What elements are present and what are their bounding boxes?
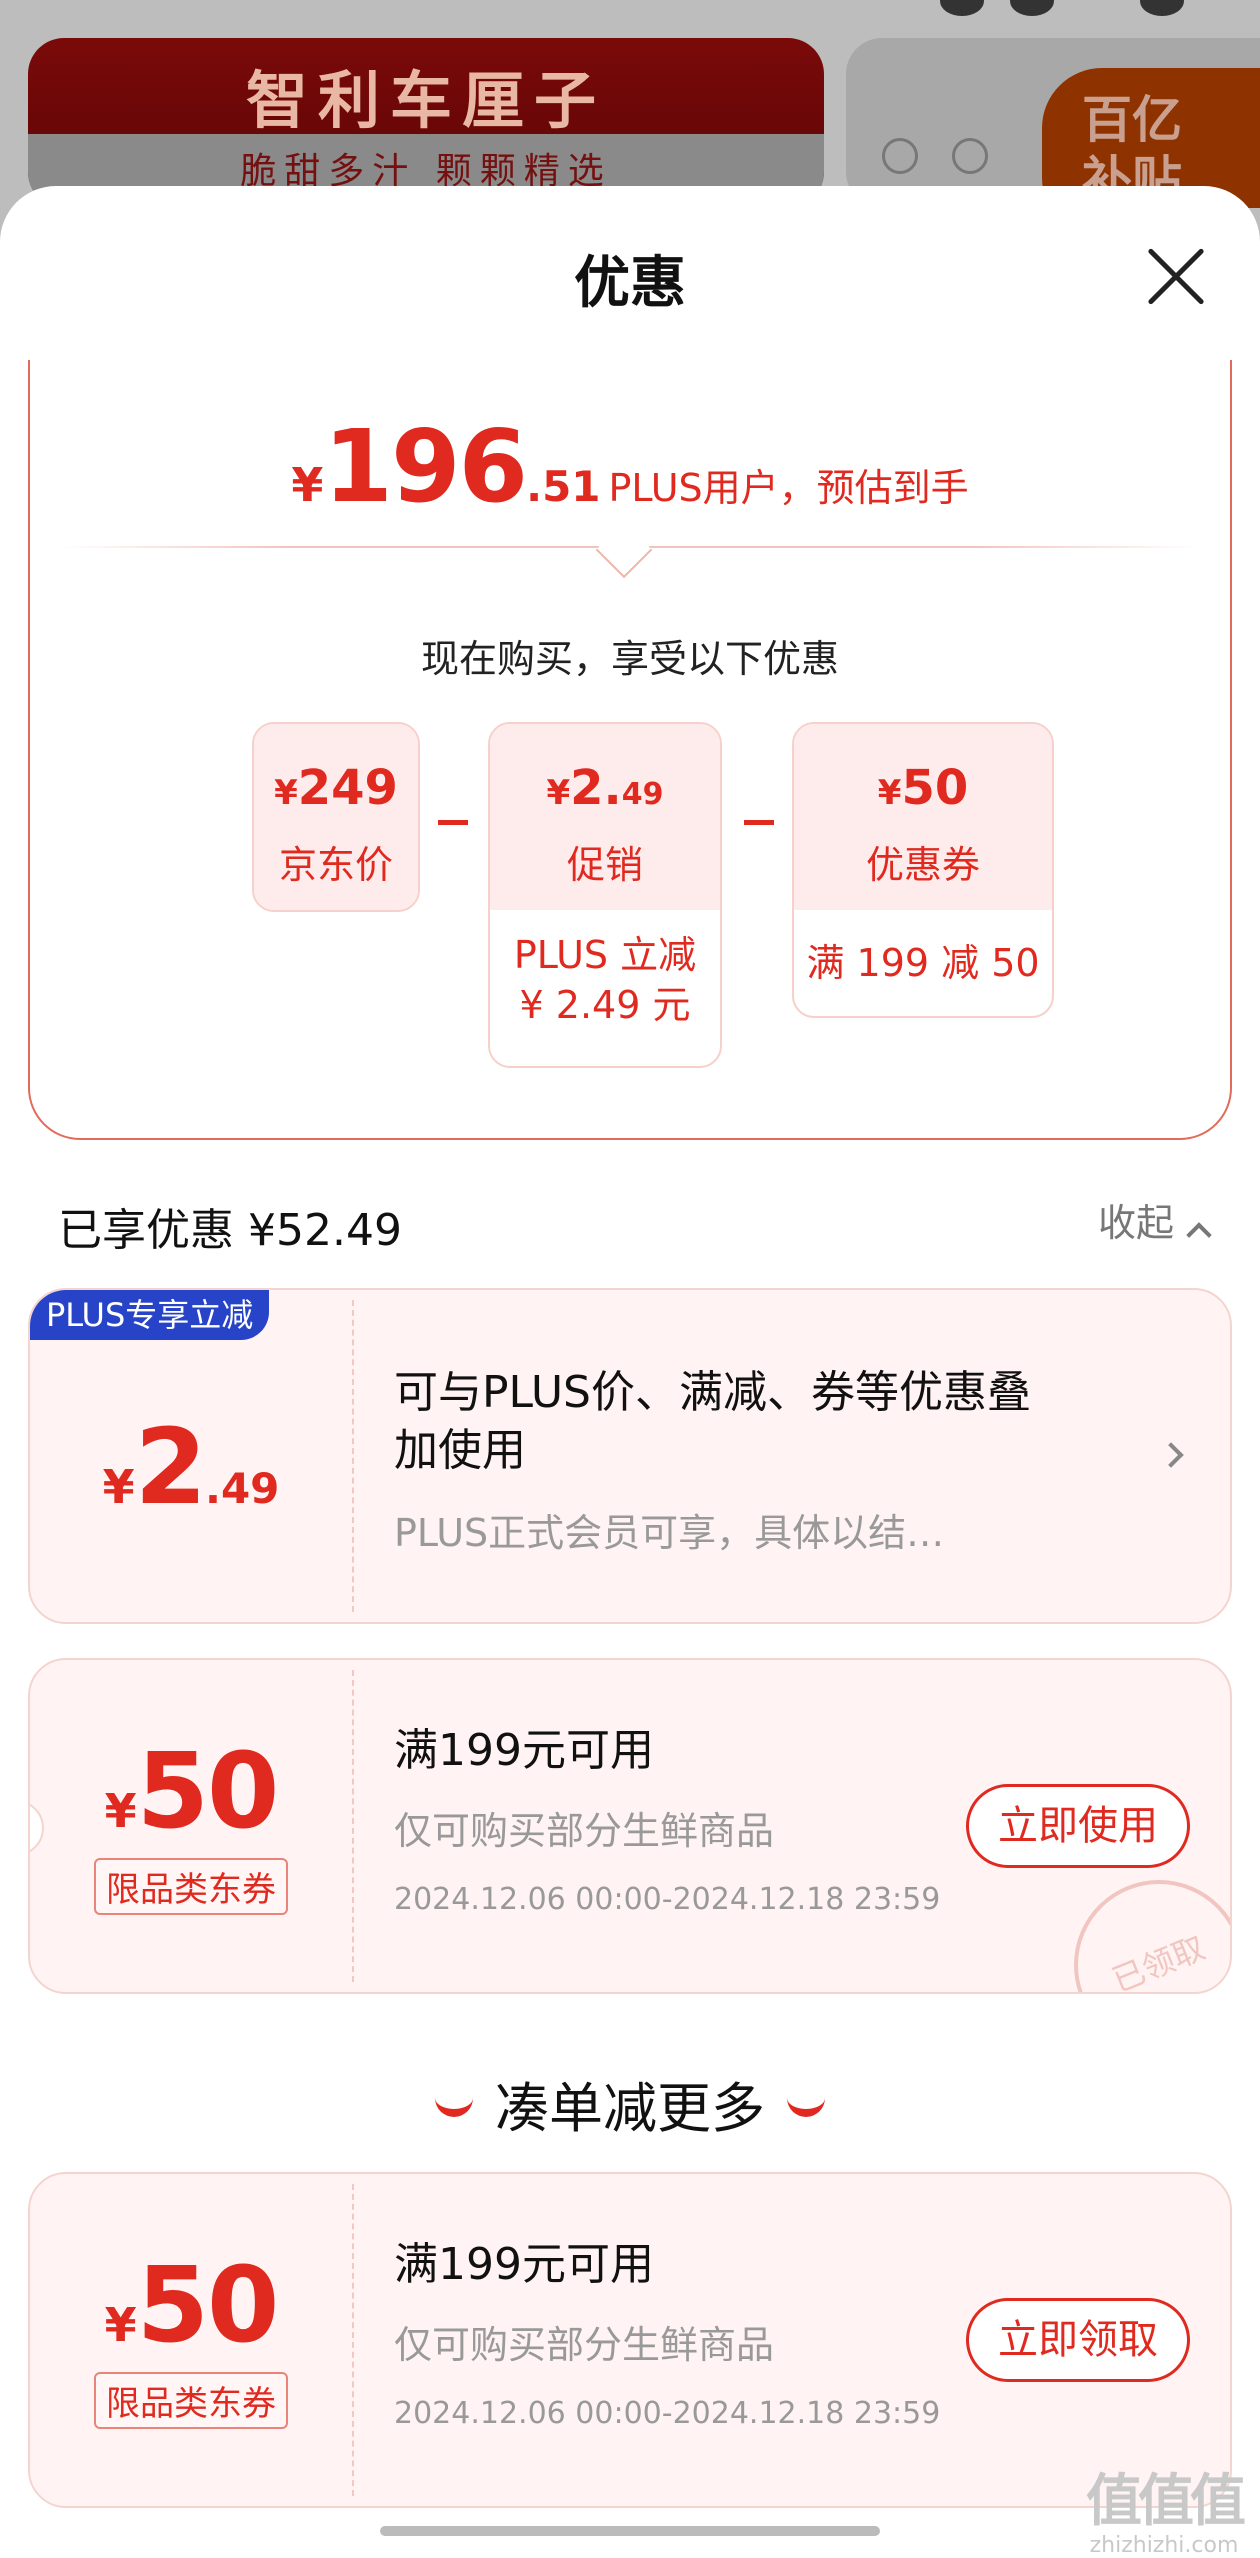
coupon-category-tag: 限品类东券 [94,1858,288,1915]
coupon-subtitle: 仅可购买部分生鲜商品 [394,2323,775,2367]
currency-symbol: ¥ [274,773,298,813]
currency-symbol: ¥ [102,1460,135,1514]
chevron-right-icon[interactable] [1158,1442,1184,1468]
coupon-amount-area: ¥50 限品类东券 [30,2174,352,2506]
plus-discount-card[interactable]: PLUS专享立减 ¥2.49 可与PLUS价、满减、券等优惠叠加使用 PLUS正… [28,1288,1232,1624]
watermark: 值值值 zhizhizhi.com [1086,2456,1246,2558]
coupon-label: 优惠券 [865,843,980,887]
coupon-amount: 50 [136,1730,280,1852]
coupon-card-unclaimed: ¥50 限品类东券 满199元可用 仅可购买部分生鲜商品 2024.12.06 … [28,2172,1232,2508]
coupon-category-tag: 限品类东券 [94,2372,288,2429]
coupon-detail: 满 199 减 50 [806,941,1040,985]
price-summary: ¥196.51 PLUS用户，预估到手 现在购买，享受以下优惠 ¥249 京东价 … [28,360,1232,1140]
price-decimal: .51 [526,462,601,511]
plus-amount: 2 [134,1406,207,1528]
coupon-amount: 50 [136,2244,280,2366]
currency-symbol: ¥ [877,773,902,813]
sheet-title: 优惠 [574,251,686,316]
coupon-amount-area: ¥50 限品类东券 [30,1660,352,1992]
status-dot [1010,0,1054,16]
promotion-label: 促销 [566,843,643,887]
currency-symbol: ¥ [291,458,324,512]
coupon-title: 满199元可用 [394,2239,654,2290]
plus-card-subtitle: PLUS正式会员可享，具体以结… [394,1511,945,1555]
banner-title: 智利车厘子 [245,64,606,137]
promotion-detail: PLUS 立减 ¥ 2.49 元 [513,933,697,1027]
promotion-value-decimal: 49 [621,777,664,812]
currency-symbol: ¥ [104,2298,137,2352]
enjoyed-discount-total: 已享优惠 ¥52.49 [58,1205,402,1256]
more-section-title: 凑单减更多 [495,2077,765,2140]
currency-symbol: ¥ [546,773,571,813]
cherry-icon [882,138,918,174]
coupon-date-range: 2024.12.06 00:00-2024.12.18 23:59 [394,1882,941,1917]
coupon-value: 50 [901,760,969,816]
jd-price-label: 京东价 [278,843,393,887]
collapse-toggle[interactable]: 收起 [1097,1192,1212,1248]
plus-amount-decimal: .49 [204,1464,280,1513]
coupon-subtitle: 仅可购买部分生鲜商品 [394,1809,775,1853]
home-indicator[interactable] [380,2526,880,2536]
use-now-button[interactable]: 立即使用 [966,1784,1190,1868]
product-banner: 智利车厘子 脆甜多汁 颗颗精选 [28,38,824,208]
promo-banner: 百亿 补贴 [846,38,1260,208]
minus-sign [438,820,468,825]
jd-price-box: ¥249 京东价 [252,722,420,912]
dashed-divider [352,1670,354,1982]
claimed-stamp: 已领取 [1048,1854,1230,1992]
price-label: PLUS用户，预估到手 [608,466,969,510]
coupon-title: 满199元可用 [394,1725,654,1776]
price-integer: 196 [323,408,528,525]
currency-symbol: ¥ [104,1784,137,1838]
jd-price-value: 249 [297,760,398,816]
estimated-price: ¥196.51 PLUS用户，预估到手 [30,408,1230,525]
status-dot [1140,0,1184,16]
watermark-logo: 值值值 [1086,2469,1246,2534]
dashed-divider [352,1300,354,1612]
smile-icon [787,2097,825,2117]
minus-sign [744,820,774,825]
divider-notch [595,521,653,579]
chevron-up-icon [1186,1222,1212,1248]
more-section-header: 凑单减更多 [0,2064,1260,2143]
dashed-divider [352,2184,354,2496]
smile-icon [435,2097,473,2117]
discount-sheet: 优惠 ¥196.51 PLUS用户，预估到手 现在购买，享受以下优惠 ¥249 京… [0,186,1260,2540]
claim-now-button[interactable]: 立即领取 [966,2298,1190,2382]
coupon-card-claimed: ¥50 限品类东券 满199元可用 仅可购买部分生鲜商品 2024.12.06 … [28,1658,1232,1994]
now-buy-text: 现在购买，享受以下优惠 [420,637,839,681]
plus-card-title: 可与PLUS价、满减、券等优惠叠加使用 [394,1367,1031,1476]
cherry-icon [952,138,988,174]
plus-amount-area: ¥2.49 [30,1290,352,1622]
status-dot [940,0,984,16]
coupon-box: ¥50 优惠券 满 199 减 50 [792,722,1054,1018]
collapse-label: 收起 [1097,1201,1174,1245]
watermark-site: zhizhizhi.com [1089,2533,1239,2558]
promotion-value: 2. [570,760,622,816]
coupon-date-range: 2024.12.06 00:00-2024.12.18 23:59 [394,2396,941,2431]
promotion-box: ¥2.49 促销 PLUS 立减 ¥ 2.49 元 [488,722,722,1068]
close-icon[interactable] [1144,244,1208,308]
